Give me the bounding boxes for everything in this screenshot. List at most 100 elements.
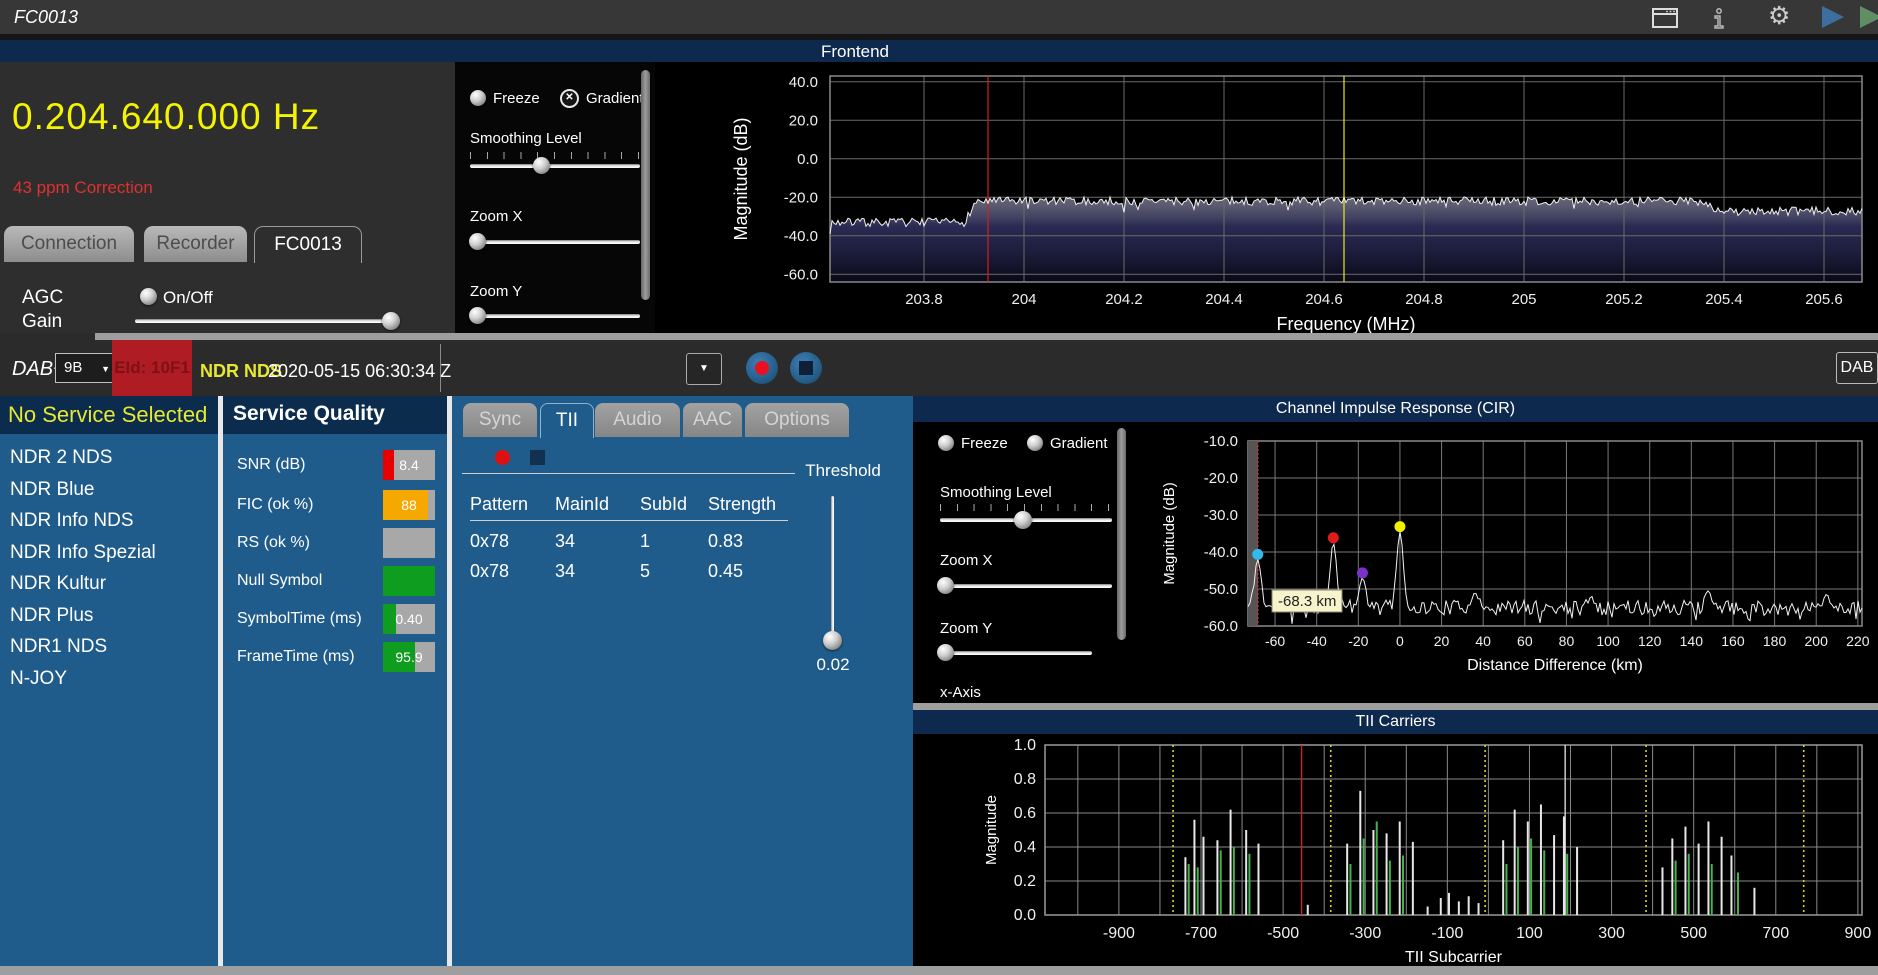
- svg-text:205: 205: [1511, 291, 1536, 308]
- play-icon[interactable]: [1822, 6, 1844, 28]
- horizontal-splitter[interactable]: [913, 703, 1878, 710]
- svg-text:-50.0: -50.0: [1204, 581, 1238, 598]
- gain-slider-track[interactable]: [135, 319, 400, 323]
- cir-zoom-y-label: Zoom Y: [940, 620, 993, 637]
- title-bar: [0, 0, 1878, 34]
- cir-gradient-radio[interactable]: [1027, 435, 1043, 451]
- settings-gear-icon[interactable]: ⚙: [1768, 1, 1790, 31]
- stop-button[interactable]: [790, 352, 822, 384]
- svg-text:220: 220: [1846, 633, 1870, 649]
- record-options-dropdown[interactable]: ▼: [686, 353, 722, 385]
- cir-smoothing-slider-handle[interactable]: [1013, 511, 1032, 529]
- frequency-display: 0.204.640.000 Hz: [12, 96, 321, 137]
- table-cell: 34: [555, 531, 576, 551]
- timestamp-label: 2020-05-15 06:30:34 Z: [268, 361, 452, 381]
- svg-text:0.0: 0.0: [797, 151, 818, 168]
- zoom-y-slider-track[interactable]: [470, 314, 640, 318]
- tab-fc0013[interactable]: FC0013: [254, 226, 362, 263]
- svg-text:Frequency (MHz): Frequency (MHz): [1276, 314, 1415, 333]
- service-item[interactable]: NDR 2 NDS: [0, 442, 218, 474]
- controls-scrollbar[interactable]: [641, 70, 650, 300]
- splitter-thumb[interactable]: [95, 333, 1878, 340]
- divider: [462, 473, 795, 474]
- tab-sync[interactable]: Sync: [463, 403, 537, 437]
- svg-text:-20.0: -20.0: [784, 189, 818, 206]
- svg-text:60: 60: [1517, 633, 1533, 649]
- zoom-x-label: Zoom X: [470, 208, 523, 225]
- threshold-slider-track[interactable]: [831, 496, 834, 634]
- svg-text:20.0: 20.0: [789, 112, 818, 129]
- horizontal-splitter[interactable]: [0, 333, 1878, 340]
- svg-text:-60.0: -60.0: [1204, 618, 1238, 635]
- cir-panel-title: Channel Impulse Response (CIR): [913, 396, 1878, 422]
- table-row[interactable]: 0x78 34 5 0.45: [470, 556, 803, 586]
- threshold-slider-handle[interactable]: [823, 631, 842, 650]
- dab-mode-button[interactable]: DAB: [1836, 352, 1878, 384]
- service-item[interactable]: NDR Kultur: [0, 568, 218, 600]
- tab-connection[interactable]: Connection: [4, 226, 134, 262]
- tab-recorder[interactable]: Recorder: [144, 226, 247, 262]
- cir-controls-scrollbar[interactable]: [1117, 428, 1126, 640]
- service-list-header: No Service Selected: [0, 396, 218, 434]
- gain-slider-handle[interactable]: [382, 312, 401, 330]
- service-item[interactable]: NDR1 NDS: [0, 631, 218, 663]
- cir-zoom-x-label: Zoom X: [940, 552, 993, 569]
- tab-options[interactable]: Options: [745, 403, 849, 437]
- tab-tii[interactable]: TII: [540, 403, 594, 438]
- svg-text:120: 120: [1638, 633, 1662, 649]
- ensemble-id-badge: EId: 10F1: [112, 340, 192, 396]
- divider: [440, 344, 441, 392]
- service-quality-header: Service Quality: [223, 396, 447, 434]
- agc-onoff-radio[interactable]: [140, 288, 157, 305]
- tab-audio[interactable]: Audio: [595, 403, 680, 437]
- cir-zoom-y-slider-handle[interactable]: [937, 644, 954, 661]
- info-icon[interactable]: [1712, 8, 1726, 29]
- cir-smoothing-label: Smoothing Level: [940, 484, 1052, 501]
- play-icon-secondary[interactable]: [1860, 6, 1878, 28]
- threshold-value: 0.02: [816, 655, 850, 674]
- ppm-correction-label: 43 ppm Correction: [13, 178, 153, 197]
- service-item[interactable]: NDR Info NDS: [0, 505, 218, 537]
- cir-zoom-x-slider-handle[interactable]: [937, 577, 954, 594]
- spectrum-svg: 40.0 20.0 0.0 -20.0 -40.0 -60.0 203.8 204 204.2 2…: [731, 74, 1863, 334]
- table-cell: 1: [640, 531, 651, 551]
- quality-bar: 88: [383, 490, 435, 520]
- service-quality-title: Service Quality: [233, 402, 385, 425]
- service-item[interactable]: NDR Info Spezial: [0, 537, 218, 569]
- service-item[interactable]: N-JOY: [0, 663, 218, 695]
- bottom-splitter[interactable]: [0, 966, 1878, 975]
- svg-text:-40.0: -40.0: [1204, 544, 1238, 561]
- cir-freeze-radio[interactable]: [938, 435, 954, 451]
- channel-dropdown[interactable]: 9B: [55, 353, 117, 383]
- svg-text:40.0: 40.0: [789, 74, 818, 91]
- cir-plot[interactable]: -10.0 -20.0 -30.0 -40.0 -50.0 -60.0 -60 -40 -20 0…: [1130, 422, 1878, 703]
- svg-text:204.6: 204.6: [1305, 291, 1343, 308]
- svg-text:-30.0: -30.0: [1204, 507, 1238, 524]
- svg-text:Distance Difference (km): Distance Difference (km): [1467, 657, 1643, 674]
- svg-text:40: 40: [1475, 633, 1491, 649]
- svg-text:-700: -700: [1185, 925, 1217, 942]
- freeze-radio[interactable]: [470, 90, 486, 106]
- smoothing-slider-track[interactable]: [470, 164, 640, 168]
- cir-zoom-y-slider-track[interactable]: [940, 651, 1092, 655]
- spectrum-plot[interactable]: 40.0 20.0 0.0 -20.0 -40.0 -60.0 203.8 204 204.2 2…: [655, 62, 1878, 334]
- service-item[interactable]: NDR Plus: [0, 600, 218, 632]
- window-icon[interactable]: [1652, 8, 1678, 28]
- cir-zoom-x-slider-track[interactable]: [940, 584, 1112, 588]
- tab-aac[interactable]: AAC: [683, 403, 742, 437]
- svg-text:300: 300: [1598, 925, 1625, 942]
- quality-label: SNR (dB): [237, 456, 306, 473]
- table-cell: 0x78: [470, 531, 510, 551]
- tii-carriers-plot[interactable]: 1.0 0.8 0.6 0.4 0.2 0.0 -900 -700 -500 -300 -100 10…: [960, 734, 1878, 966]
- service-item[interactable]: NDR Blue: [0, 474, 218, 506]
- zoom-x-slider-track[interactable]: [470, 240, 640, 244]
- gradient-checked-radio[interactable]: [560, 89, 579, 108]
- svg-text:0.8: 0.8: [1014, 771, 1036, 788]
- no-service-selected-title: No Service Selected: [8, 402, 208, 427]
- table-row[interactable]: 0x78 34 1 0.83: [470, 526, 803, 556]
- svg-text:900: 900: [1845, 925, 1872, 942]
- table-cell: 34: [555, 561, 576, 581]
- svg-text:TII Subcarrier: TII Subcarrier: [1405, 949, 1503, 966]
- record-button[interactable]: [746, 352, 778, 384]
- tii-table-header: Pattern MainId SubId Strength: [470, 494, 803, 518]
